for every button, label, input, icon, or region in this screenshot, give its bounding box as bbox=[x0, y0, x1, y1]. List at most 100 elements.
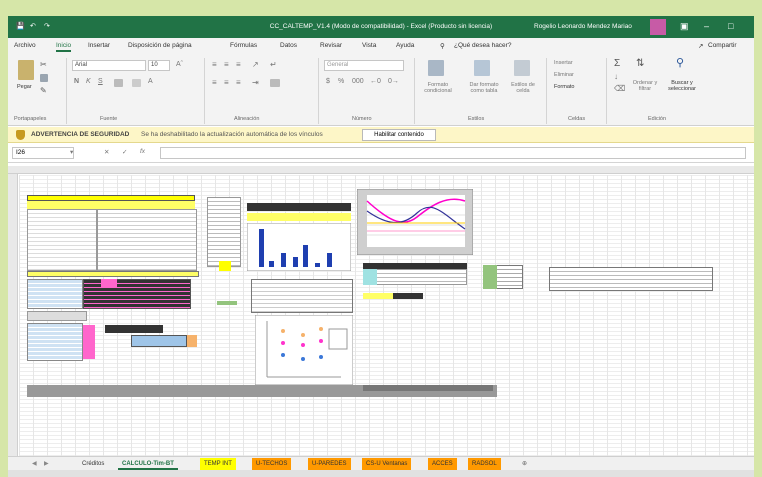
tab-insertar[interactable]: Insertar bbox=[88, 42, 110, 49]
conditional-format-icon[interactable] bbox=[428, 60, 444, 76]
calc-table-labels bbox=[27, 209, 97, 271]
add-sheet-icon[interactable]: ⊕ bbox=[518, 458, 531, 470]
delete-cells-button[interactable]: Eliminar bbox=[554, 72, 574, 78]
sheet-tab-radsol[interactable]: RADSOL bbox=[468, 458, 501, 470]
ribbon: Pegar ✂ ✎ Portapapeles Arial 10 Aˆ N K S… bbox=[8, 54, 754, 126]
summary-table bbox=[363, 269, 467, 285]
user-name[interactable]: Rogelio Leonardo Mendez Mariao bbox=[534, 23, 632, 30]
percent-icon[interactable]: % bbox=[338, 78, 344, 85]
maximize-icon[interactable]: □ bbox=[728, 21, 733, 31]
enter-icon[interactable]: ✓ bbox=[122, 148, 127, 156]
fx-icon[interactable]: fx bbox=[140, 148, 145, 155]
search-icon[interactable]: ⚲ bbox=[676, 56, 684, 69]
sheet-tab-u-paredes[interactable]: U-PAREDES bbox=[308, 458, 351, 470]
merge-icon[interactable] bbox=[270, 79, 280, 87]
sheet-tab-creditos[interactable]: Créditos bbox=[78, 458, 108, 470]
align-left-icon[interactable]: ≡ bbox=[212, 78, 217, 87]
blue-block bbox=[131, 335, 187, 347]
pink-cell bbox=[101, 279, 117, 287]
currency-icon[interactable]: $ bbox=[326, 78, 330, 85]
align-top-icon[interactable]: ≡ bbox=[212, 60, 217, 69]
conditional-format-button[interactable]: Formato condicional bbox=[420, 82, 456, 94]
copy-icon[interactable] bbox=[40, 74, 48, 82]
minimize-icon[interactable]: – bbox=[704, 21, 709, 31]
borders-icon[interactable] bbox=[114, 79, 123, 87]
scroll-right-icon[interactable]: ▶ bbox=[40, 458, 53, 470]
line-chart-plot bbox=[367, 195, 465, 247]
wrap-text-icon[interactable]: ↵ bbox=[270, 60, 277, 69]
cancel-icon[interactable]: ✕ bbox=[104, 148, 109, 156]
share-button[interactable]: Compartir bbox=[708, 42, 737, 49]
autosum-icon[interactable]: Σ bbox=[614, 58, 620, 69]
cells-area[interactable] bbox=[19, 175, 754, 456]
paste-label[interactable]: Pegar bbox=[17, 84, 32, 90]
sheet-tab-u-techos[interactable]: U-TECHOS bbox=[252, 458, 292, 470]
font-grow-icon[interactable]: Aˆ bbox=[176, 61, 183, 68]
point bbox=[319, 339, 323, 343]
decimal-decrease-icon[interactable]: 0→ bbox=[388, 78, 399, 85]
tab-archivo[interactable]: Archivo bbox=[14, 42, 36, 49]
orientation-icon[interactable]: ↗ bbox=[252, 60, 259, 69]
format-painter-icon[interactable]: ✎ bbox=[40, 86, 47, 95]
font-name-box[interactable]: Arial bbox=[72, 60, 146, 71]
format-as-table-icon[interactable] bbox=[474, 60, 490, 76]
tab-inicio[interactable]: Inicio bbox=[56, 42, 72, 52]
fill-icon[interactable]: ↓ bbox=[614, 72, 618, 81]
align-bottom-icon[interactable]: ≡ bbox=[236, 60, 241, 69]
share-icon: ↗ bbox=[698, 43, 704, 50]
group-estilos: Estilos bbox=[468, 116, 485, 122]
lower-labels bbox=[27, 323, 83, 361]
shield-icon bbox=[16, 130, 25, 140]
sort-filter-icon[interactable]: ⇅ bbox=[636, 58, 644, 69]
tab-vista[interactable]: Vista bbox=[362, 42, 376, 49]
avatar[interactable] bbox=[650, 19, 666, 35]
format-as-table-button[interactable]: Dar formato como tabla bbox=[464, 82, 504, 94]
tab-datos[interactable]: Datos bbox=[280, 42, 297, 49]
tab-formulas[interactable]: Fórmulas bbox=[230, 42, 257, 49]
italic-icon[interactable]: K bbox=[86, 78, 91, 85]
tab-disposicion[interactable]: Disposición de página bbox=[128, 42, 192, 49]
insert-cells-button[interactable]: Insertar bbox=[554, 60, 573, 66]
number-format-box[interactable]: General bbox=[324, 60, 404, 71]
name-box[interactable]: I26 bbox=[12, 147, 74, 159]
cell-styles-icon[interactable] bbox=[514, 60, 530, 76]
right-table-2 bbox=[549, 267, 713, 291]
scatter-legend bbox=[328, 328, 348, 350]
sheet-tab-cs-u-ventanas[interactable]: CS-U Ventanas bbox=[362, 458, 412, 470]
decimal-increase-icon[interactable]: ←0 bbox=[370, 78, 381, 85]
ribbon-separator bbox=[318, 58, 319, 124]
ribbon-display-icon[interactable]: ▣ bbox=[680, 21, 689, 32]
clear-icon[interactable]: ⌫ bbox=[614, 84, 625, 93]
column-headers[interactable] bbox=[8, 166, 754, 174]
font-size-box[interactable]: 10 bbox=[148, 60, 170, 71]
enable-content-button[interactable]: Habilitar contenido bbox=[362, 129, 436, 141]
scroll-left-icon[interactable]: ◀ bbox=[28, 458, 41, 470]
title-bar: 💾 ↶ ↷ CC_CALTEMP_V1.4 (Modo de compatibi… bbox=[8, 16, 754, 38]
ribbon-tabs: Archivo Inicio Insertar Disposición de p… bbox=[8, 38, 754, 54]
align-middle-icon[interactable]: ≡ bbox=[224, 60, 229, 69]
thousands-icon[interactable]: 000 bbox=[352, 78, 364, 85]
name-box-dropdown-icon[interactable]: ▾ bbox=[70, 148, 73, 156]
underline-icon[interactable]: S bbox=[98, 78, 103, 85]
sheet-tab-temp-int[interactable]: TEMP INT bbox=[200, 458, 236, 470]
sheet-tab-calculo[interactable]: CALCULO-Tim-BT bbox=[118, 458, 178, 470]
worksheet-grid[interactable] bbox=[8, 166, 754, 456]
format-cells-button[interactable]: Formato bbox=[554, 84, 574, 90]
cell-styles-button[interactable]: Estilos de celda bbox=[508, 82, 538, 94]
indent-icon[interactable]: ⇥ bbox=[252, 78, 259, 87]
tab-revisar[interactable]: Revisar bbox=[320, 42, 342, 49]
tab-ayuda[interactable]: Ayuda bbox=[396, 42, 414, 49]
paste-icon[interactable] bbox=[18, 60, 34, 80]
sort-filter-button[interactable]: Ordenar y filtrar bbox=[630, 80, 660, 92]
tell-me-box[interactable]: ¿Qué desea hacer? bbox=[454, 42, 511, 49]
sheet-tab-acces[interactable]: ACCES bbox=[428, 458, 457, 470]
find-select-button[interactable]: Buscar y seleccionar bbox=[664, 80, 700, 92]
cut-icon[interactable]: ✂ bbox=[40, 60, 47, 69]
bold-icon[interactable]: N bbox=[74, 78, 79, 85]
align-right-icon[interactable]: ≡ bbox=[236, 78, 241, 87]
row-headers[interactable] bbox=[8, 174, 18, 456]
fill-color-icon[interactable] bbox=[132, 79, 141, 87]
font-color-icon[interactable]: A bbox=[148, 78, 153, 85]
align-center-icon[interactable]: ≡ bbox=[224, 78, 229, 87]
formula-input[interactable] bbox=[160, 147, 746, 159]
